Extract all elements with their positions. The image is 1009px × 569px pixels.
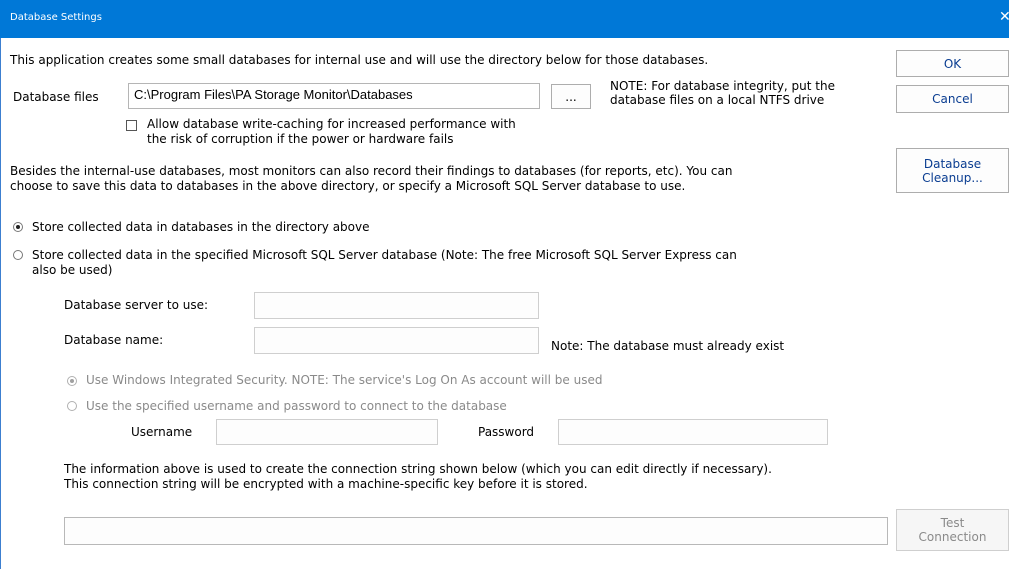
auth-userpass-label: Use the specified username and password … bbox=[86, 399, 507, 413]
db-server-label: Database server to use: bbox=[64, 298, 209, 312]
database-cleanup-label-line1: Database bbox=[923, 156, 982, 171]
window-border bbox=[0, 38, 1, 569]
besides-text-line1: Besides the internal-use databases, most… bbox=[10, 164, 733, 178]
cancel-button[interactable]: Cancel bbox=[896, 85, 1009, 113]
db-name-label: Database name: bbox=[64, 333, 164, 347]
test-connection-button[interactable]: Test Connection bbox=[896, 509, 1009, 551]
db-name-note: Note: The database must already exist bbox=[551, 339, 785, 353]
database-cleanup-label-line2: Cleanup... bbox=[922, 170, 983, 185]
database-files-input[interactable]: C:\Program Files\PA Storage Monitor\Data… bbox=[128, 83, 540, 109]
db-name-input[interactable] bbox=[254, 327, 539, 354]
write-caching-label-line1: Allow database write-caching for increas… bbox=[147, 117, 516, 131]
store-local-radio[interactable] bbox=[13, 222, 23, 232]
close-icon[interactable]: ✕ bbox=[999, 9, 1009, 25]
database-cleanup-button[interactable]: Database Cleanup... bbox=[896, 148, 1009, 193]
test-connection-label-line1: Test bbox=[940, 516, 965, 530]
title-bar: Database Settings ✕ bbox=[0, 0, 1009, 38]
ok-button[interactable]: OK bbox=[896, 50, 1009, 77]
store-sql-label-line2: also be used) bbox=[32, 263, 113, 277]
connection-info-line2: This connection string will be encrypted… bbox=[64, 477, 588, 491]
password-label: Password bbox=[478, 425, 535, 439]
auth-userpass-radio[interactable] bbox=[67, 401, 77, 411]
store-local-label: Store collected data in databases in the… bbox=[32, 220, 370, 234]
write-caching-label-line2: the risk of corruption if the power or h… bbox=[147, 132, 454, 146]
browse-button[interactable]: ... bbox=[551, 84, 591, 109]
username-label: Username bbox=[131, 425, 193, 439]
write-caching-checkbox[interactable] bbox=[126, 120, 137, 131]
auth-integrated-label: Use Windows Integrated Security. NOTE: T… bbox=[86, 373, 603, 387]
database-files-note: NOTE: For database integrity, put the da… bbox=[610, 79, 835, 107]
connection-info-line1: The information above is used to create … bbox=[64, 462, 772, 476]
store-sql-radio[interactable] bbox=[13, 250, 23, 260]
database-files-label: Database files bbox=[13, 90, 99, 104]
db-server-input[interactable] bbox=[254, 292, 539, 319]
password-input[interactable] bbox=[558, 419, 828, 445]
intro-text: This application creates some small data… bbox=[10, 53, 709, 67]
connection-string-input[interactable] bbox=[64, 517, 888, 545]
auth-integrated-radio[interactable] bbox=[67, 376, 77, 386]
test-connection-label-line2: Connection bbox=[918, 530, 987, 544]
besides-text-line2: choose to save this data to databases in… bbox=[10, 179, 686, 193]
store-sql-label-line1: Store collected data in the specified Mi… bbox=[32, 248, 737, 262]
username-input[interactable] bbox=[216, 419, 438, 445]
window-title: Database Settings bbox=[10, 12, 102, 23]
